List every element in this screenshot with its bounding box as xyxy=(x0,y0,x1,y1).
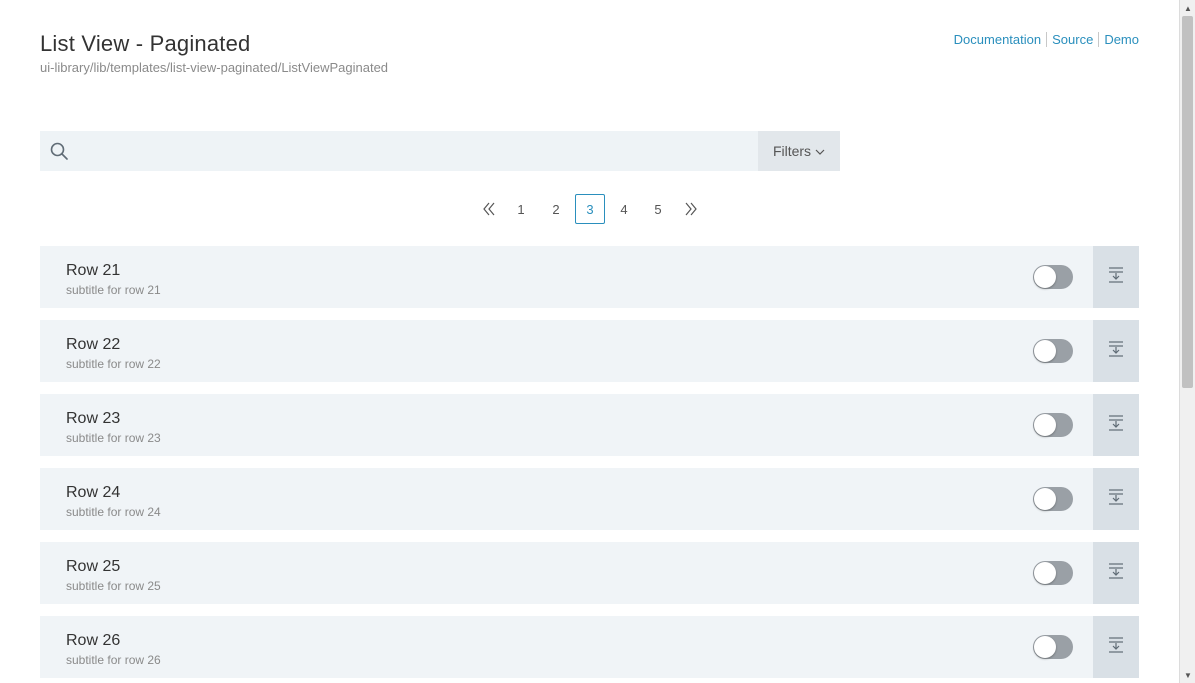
row-title: Row 26 xyxy=(66,632,121,649)
row-subtitle: subtitle for row 23 xyxy=(66,431,161,445)
source-link[interactable]: Source xyxy=(1046,32,1098,47)
toggle-knob xyxy=(1034,414,1056,436)
row-action-button[interactable] xyxy=(1093,468,1139,530)
scroll-up-icon[interactable]: ▲ xyxy=(1181,1,1195,15)
sort-down-icon xyxy=(1108,414,1124,437)
vertical-scrollbar[interactable]: ▲ ▼ xyxy=(1179,0,1195,683)
list-item: Row 23 subtitle for row 23 xyxy=(40,394,1139,456)
row-subtitle: subtitle for row 26 xyxy=(66,653,161,667)
row-title: Row 22 xyxy=(66,336,121,353)
page-title: List View - Paginated xyxy=(40,31,251,56)
chevron-down-icon xyxy=(815,143,825,159)
toggle-knob xyxy=(1034,340,1056,362)
filters-button[interactable]: Filters xyxy=(758,131,840,171)
list-item: Row 26 subtitle for row 26 xyxy=(40,616,1139,678)
row-action-button[interactable] xyxy=(1093,616,1139,678)
page-5[interactable]: 5 xyxy=(643,194,673,224)
row-toggle[interactable] xyxy=(1033,339,1073,363)
scrollbar-thumb[interactable] xyxy=(1182,16,1193,388)
page-4[interactable]: 4 xyxy=(609,194,639,224)
component-path: ui-library/lib/templates/list-view-pagin… xyxy=(40,60,389,75)
row-subtitle: subtitle for row 21 xyxy=(66,283,161,297)
row-subtitle: subtitle for row 25 xyxy=(66,579,161,593)
row-subtitle: subtitle for row 24 xyxy=(66,505,161,519)
toggle-knob xyxy=(1034,266,1056,288)
row-toggle[interactable] xyxy=(1033,635,1073,659)
row-action-button[interactable] xyxy=(1093,542,1139,604)
row-toggle[interactable] xyxy=(1033,265,1073,289)
row-title: Row 25 xyxy=(66,558,121,575)
sort-down-icon xyxy=(1108,266,1124,289)
documentation-link[interactable]: Documentation xyxy=(954,32,1046,47)
list-item: Row 24 subtitle for row 24 xyxy=(40,468,1139,530)
row-title: Row 23 xyxy=(66,410,121,427)
row-subtitle: subtitle for row 22 xyxy=(66,357,161,371)
toggle-knob xyxy=(1034,562,1056,584)
double-chevron-left-icon[interactable] xyxy=(479,194,499,224)
row-action-button[interactable] xyxy=(1093,246,1139,308)
list-item: Row 22 subtitle for row 22 xyxy=(40,320,1139,382)
row-toggle[interactable] xyxy=(1033,487,1073,511)
row-action-button[interactable] xyxy=(1093,320,1139,382)
row-title: Row 24 xyxy=(66,484,121,501)
search-input[interactable] xyxy=(78,131,758,171)
row-action-button[interactable] xyxy=(1093,394,1139,456)
row-toggle[interactable] xyxy=(1033,413,1073,437)
filters-label: Filters xyxy=(772,143,812,159)
toggle-knob xyxy=(1034,488,1056,510)
search-bar: Filters xyxy=(40,131,840,171)
list-item: Row 25 subtitle for row 25 xyxy=(40,542,1139,604)
scroll-down-icon[interactable]: ▼ xyxy=(1181,668,1195,682)
page-2[interactable]: 2 xyxy=(541,194,571,224)
sort-down-icon xyxy=(1108,636,1124,659)
search-icon xyxy=(40,131,78,171)
demo-link[interactable]: Demo xyxy=(1098,32,1139,47)
sort-down-icon xyxy=(1108,488,1124,511)
page-3-current[interactable]: 3 xyxy=(575,194,605,224)
content-area: List View - Paginated ui-library/lib/tem… xyxy=(40,0,1139,683)
header-links: Documentation Source Demo xyxy=(954,32,1139,47)
pagination: 1 2 3 4 5 xyxy=(40,194,1139,224)
page: List View - Paginated ui-library/lib/tem… xyxy=(0,0,1195,683)
sort-down-icon xyxy=(1108,562,1124,585)
double-chevron-right-icon[interactable] xyxy=(681,194,701,224)
row-toggle[interactable] xyxy=(1033,561,1073,585)
toggle-knob xyxy=(1034,636,1056,658)
sort-down-icon xyxy=(1108,340,1124,363)
row-title: Row 21 xyxy=(66,262,121,279)
page-1[interactable]: 1 xyxy=(506,194,536,224)
list-item: Row 21 subtitle for row 21 xyxy=(40,246,1139,308)
